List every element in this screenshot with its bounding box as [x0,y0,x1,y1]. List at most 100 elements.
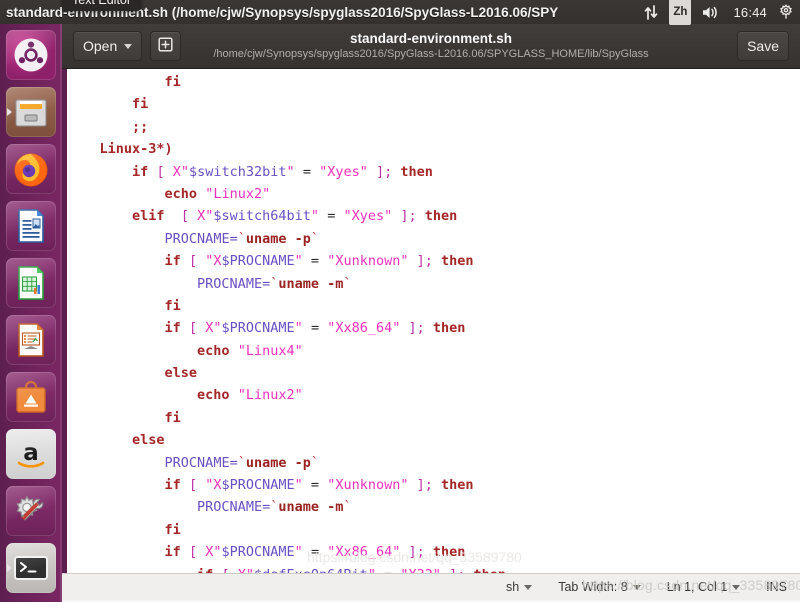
gedit-statusbar: sh Tab Width: 8 Ln 1, Col 1 INS https://… [62,573,800,600]
code-line: if [ X"$PROCNAME" = "Xx86_64" ]; then [67,317,800,339]
code-token: ] [416,477,425,494]
unity-launcher: a [0,24,62,602]
code-token: $PROCNAME [221,253,295,270]
code-token: if [164,320,181,337]
gedit-window: Open standard-environment.sh /home/cjw/S… [62,24,800,600]
launcher-item-amazon[interactable]: a [6,429,56,479]
code-token: [ [180,208,189,225]
system-gear-icon[interactable] [778,0,794,24]
language-selector[interactable]: sh [493,580,545,594]
code-token: " [294,320,303,337]
open-button-label: Open [83,38,118,54]
code-token: PROCNAME= [197,275,271,292]
clock-indicator[interactable]: 16:44 [733,0,767,24]
code-token: "Xunknown" [327,253,409,270]
code-token: PROCNAME= [164,454,238,471]
code-line: PROCNAME=`uname -p` [67,452,800,474]
code-token: then [441,253,474,270]
chevron-down-icon [632,584,641,590]
cursor-position-label: Ln 1, Col 1 [666,580,728,594]
launcher-item-firefox[interactable] [6,144,56,194]
tab-width-selector[interactable]: Tab Width: 8 [545,580,653,594]
code-token: ; [424,253,433,270]
code-token: "Xx86_64" [327,544,401,561]
code-token: ` [237,454,246,471]
launcher-item-ubuntu-dash[interactable] [6,30,56,80]
code-token: "Xunknown" [327,477,409,494]
code-token: ] [376,163,385,180]
source-code[interactable]: fi fi ;; Linux-3*) if [ X"$switch32bit" … [67,71,800,573]
launcher-item-libreoffice-impress[interactable] [6,315,56,365]
code-token: $PROCNAME [221,320,295,337]
code-token: fi [164,297,181,314]
code-token: ;; [132,118,149,135]
code-token: = [302,477,328,494]
launcher-item-files[interactable] [6,87,56,137]
chevron-down-icon [124,43,133,49]
save-button[interactable]: Save [737,31,789,61]
code-token: fi [164,74,181,90]
network-updown-icon[interactable] [644,0,658,24]
language-label: sh [506,580,520,594]
code-token: echo [197,342,230,359]
code-token: then [432,320,466,337]
code-token: echo [197,387,230,404]
code-line: ;; [67,116,800,138]
code-token: [ [188,253,198,270]
code-token: [ [188,544,198,561]
code-token: [ [156,163,165,180]
code-token: -p [294,454,311,471]
launcher-item-libreoffice-writer[interactable] [6,201,56,251]
code-token: then [400,163,433,180]
new-tab-button[interactable] [150,31,182,61]
code-token: if [164,544,181,561]
launcher-item-terminal[interactable] [6,543,56,593]
launcher-item-ubuntu-software[interactable] [6,372,56,422]
open-button[interactable]: Open [73,31,143,61]
code-token: ; [424,477,433,494]
insert-mode-label: INS [766,580,787,594]
code-token: = [302,320,328,337]
code-token: "Linux4" [237,342,303,359]
code-token: ] [416,253,425,270]
new-tab-icon [158,37,173,55]
code-token: ` [310,230,320,247]
code-token: "X [205,253,222,270]
launcher-item-libreoffice-calc[interactable] [6,258,56,308]
language-indicator[interactable]: Zh [669,0,692,25]
code-line: Linux-3*) [67,138,800,160]
code-line: fi [67,71,800,93]
volume-icon[interactable] [702,0,722,24]
panel-indicators: Zh 16:44 [644,0,794,25]
code-token: " [294,544,303,561]
chevron-down-icon [524,584,533,590]
code-line: else [67,362,800,384]
editor-text-view[interactable]: fi fi ;; Linux-3*) if [ X"$switch32bit" … [62,69,800,573]
code-token: ] [400,208,409,225]
code-token: [ [188,477,198,494]
launcher-item-system-settings[interactable] [6,486,56,536]
cursor-position-selector[interactable]: Ln 1, Col 1 [654,580,753,594]
code-line: if [ X"$PROCNAME" = "Xx86_64" ]; then [67,541,800,563]
